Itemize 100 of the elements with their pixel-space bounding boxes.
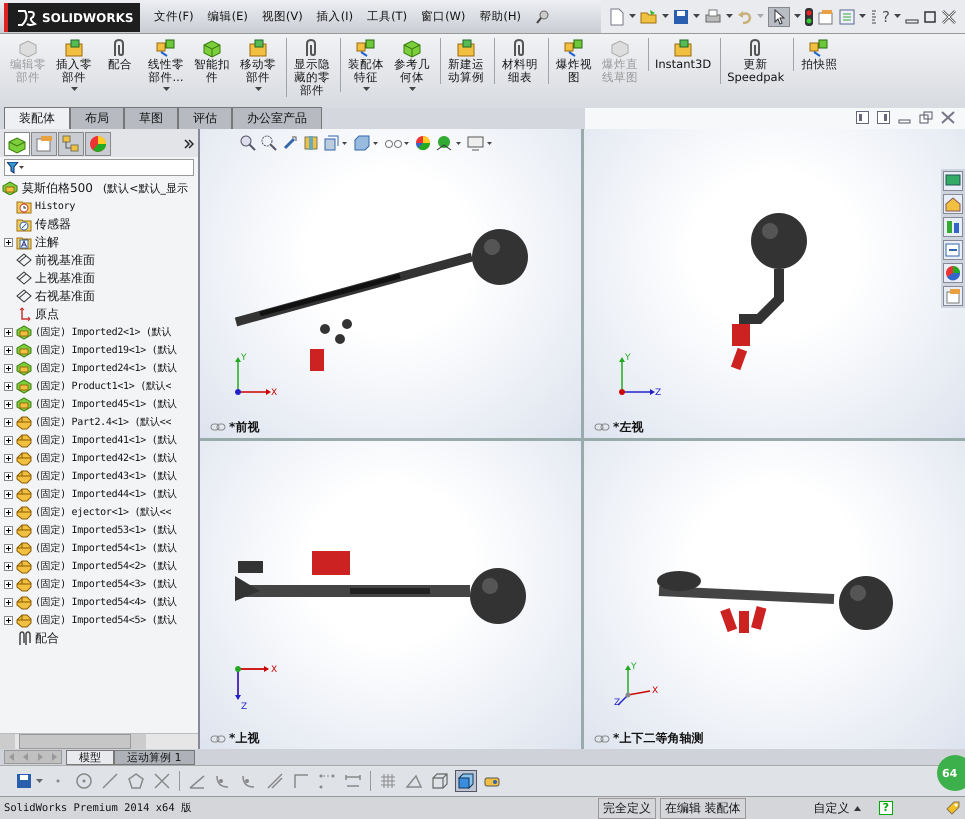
new-document-icon[interactable] [609, 8, 626, 26]
ribbon-button[interactable]: 插入零 部件 [52, 38, 96, 92]
caret-icon[interactable] [726, 14, 734, 19]
caret-icon[interactable] [254, 87, 262, 92]
transfer-icon[interactable] [943, 240, 963, 260]
menu-item[interactable]: 编辑(E) [208, 9, 248, 24]
expand-icon[interactable] [4, 382, 13, 390]
tree-item[interactable]: History [4, 198, 76, 214]
caret-up-icon[interactable] [854, 806, 861, 810]
ribbon-button[interactable]: 材料明 细表 [494, 38, 542, 84]
menu-item[interactable]: 文件(F) [154, 9, 194, 24]
caret-icon[interactable] [362, 87, 370, 92]
ribbon-button[interactable]: 智能扣 件 [190, 38, 234, 84]
expand-icon[interactable] [4, 364, 13, 372]
tree-item[interactable]: (固定) Imported54<2> (默认 [4, 558, 177, 574]
expand-icon[interactable] [4, 400, 13, 408]
property-manager-tab[interactable] [31, 132, 57, 156]
tree-item[interactable]: (固定) ejector<1> (默认<< [4, 504, 172, 520]
caret-icon[interactable] [693, 14, 700, 19]
printer-icon[interactable] [704, 8, 722, 24]
caret-icon[interactable] [162, 87, 170, 92]
monitor-icon[interactable] [943, 171, 963, 191]
tree-item[interactable]: (固定) Imported45<1> (默认 [4, 396, 177, 412]
tag-icon[interactable] [945, 800, 961, 816]
expand-icon[interactable] [4, 616, 13, 624]
tree-item[interactable]: (固定) Product1<1> (默认< [4, 378, 172, 394]
select-button[interactable] [768, 6, 790, 26]
ribbon-button[interactable]: 拍快照 [793, 38, 842, 71]
tile-left-icon[interactable] [856, 111, 869, 124]
ribbon-button[interactable]: 显示隐 藏的零 部件 [286, 38, 334, 97]
viewport[interactable]: Y X *前视 [200, 129, 581, 438]
ribbon-button[interactable]: 参考几 何体 [390, 38, 434, 92]
ribbon-button[interactable]: 更新 Speedpak [720, 38, 788, 84]
tree-item[interactable]: (固定) Imported54<3> (默认 [4, 576, 177, 592]
menu-item[interactable]: 帮助(H) [479, 9, 522, 24]
zoom-area-icon[interactable] [261, 135, 277, 151]
tab[interactable]: 运动算例 1 [114, 750, 194, 764]
caret-icon[interactable] [408, 87, 416, 92]
expand-icon[interactable] [4, 328, 13, 336]
line-icon[interactable] [101, 772, 119, 790]
tree-item[interactable]: 注解 [4, 234, 59, 250]
slash-icon[interactable] [266, 772, 284, 790]
corner-icon[interactable] [292, 772, 310, 790]
tree-item[interactable]: (固定) Imported19<1> (默认 [4, 342, 177, 358]
tree-item[interactable]: 上视基准面 [4, 270, 95, 286]
appearance-tab[interactable] [85, 132, 111, 156]
tree-item[interactable]: 右视基准面 [4, 288, 95, 304]
expand-icon[interactable] [4, 580, 13, 588]
expand-icon[interactable] [4, 508, 13, 516]
display-style-icon[interactable] [353, 135, 379, 151]
horizontal-scrollbar[interactable] [0, 733, 198, 749]
filter-field[interactable] [4, 159, 194, 176]
tree-item[interactable]: 传感器 [4, 216, 71, 232]
box-icon[interactable] [431, 772, 449, 790]
tree-item[interactable]: 配合 [4, 630, 59, 646]
expand-icon[interactable] [4, 418, 13, 426]
viewport[interactable]: Y X Z *上下二等角轴测 [584, 440, 965, 749]
options-icon[interactable] [817, 8, 836, 24]
trim-icon[interactable] [153, 772, 171, 790]
monitor-icon[interactable] [467, 135, 493, 151]
tile-right-icon[interactable] [877, 111, 890, 124]
pin-icon[interactable] [535, 8, 552, 24]
ribbon-button[interactable]: 线性零 部件... [144, 38, 188, 92]
save-icon[interactable] [16, 773, 32, 789]
ribbon-button[interactable]: 爆炸视 图 [548, 38, 596, 84]
tree-item[interactable]: (固定) Imported41<1> (默认 [4, 432, 177, 448]
tree-item[interactable]: (固定) Imported43<1> (默认 [4, 468, 177, 484]
points-icon[interactable] [318, 772, 336, 790]
expand-icon[interactable] [4, 454, 13, 462]
caret-icon[interactable] [859, 14, 866, 19]
menu-item[interactable]: 视图(V) [262, 9, 303, 24]
maximize-icon[interactable] [923, 10, 937, 24]
tree-item[interactable]: (固定) Imported42<1> (默认 [4, 450, 177, 466]
tab[interactable]: 评估 [178, 107, 232, 129]
ribbon-button[interactable]: 移动零 部件 [236, 38, 280, 92]
tree-item[interactable]: 前视基准面 [4, 252, 95, 268]
ribbon-button[interactable]: 配合 [98, 38, 142, 71]
grid-icon[interactable] [379, 772, 397, 790]
polygon-icon[interactable] [127, 772, 145, 790]
open-folder-icon[interactable] [640, 8, 658, 24]
configuration-manager-tab[interactable] [58, 132, 84, 156]
expand-icon[interactable] [4, 562, 13, 570]
tree-item[interactable]: (固定) Imported54<5> (默认 [4, 612, 177, 628]
tree-item[interactable]: (固定) Part2.4<1> (默认<< [4, 414, 172, 430]
double-chevron-icon[interactable] [184, 139, 194, 149]
tree-item[interactable]: (固定) Imported54<4> (默认 [4, 594, 177, 610]
cube-icon[interactable] [457, 772, 475, 790]
traffic-light-icon[interactable] [805, 8, 814, 26]
menu-item[interactable]: 工具(T) [367, 9, 408, 24]
expand-icon[interactable] [4, 490, 13, 498]
viewport[interactable]: Y Z *左视 [584, 129, 965, 438]
tree-item[interactable]: 莫斯伯格500 [22, 180, 93, 196]
library-icon[interactable] [943, 217, 963, 237]
home-icon[interactable] [943, 194, 963, 214]
tree-item[interactable]: 原点 [4, 306, 59, 322]
tree-item[interactable]: (固定) Imported53<1> (默认 [4, 522, 177, 538]
caret-icon[interactable] [894, 14, 901, 19]
caret-icon[interactable] [629, 14, 636, 19]
viewport[interactable]: X Z *上视 [200, 440, 581, 749]
tree-item[interactable]: (固定) Imported24<1> (默认 [4, 360, 177, 376]
